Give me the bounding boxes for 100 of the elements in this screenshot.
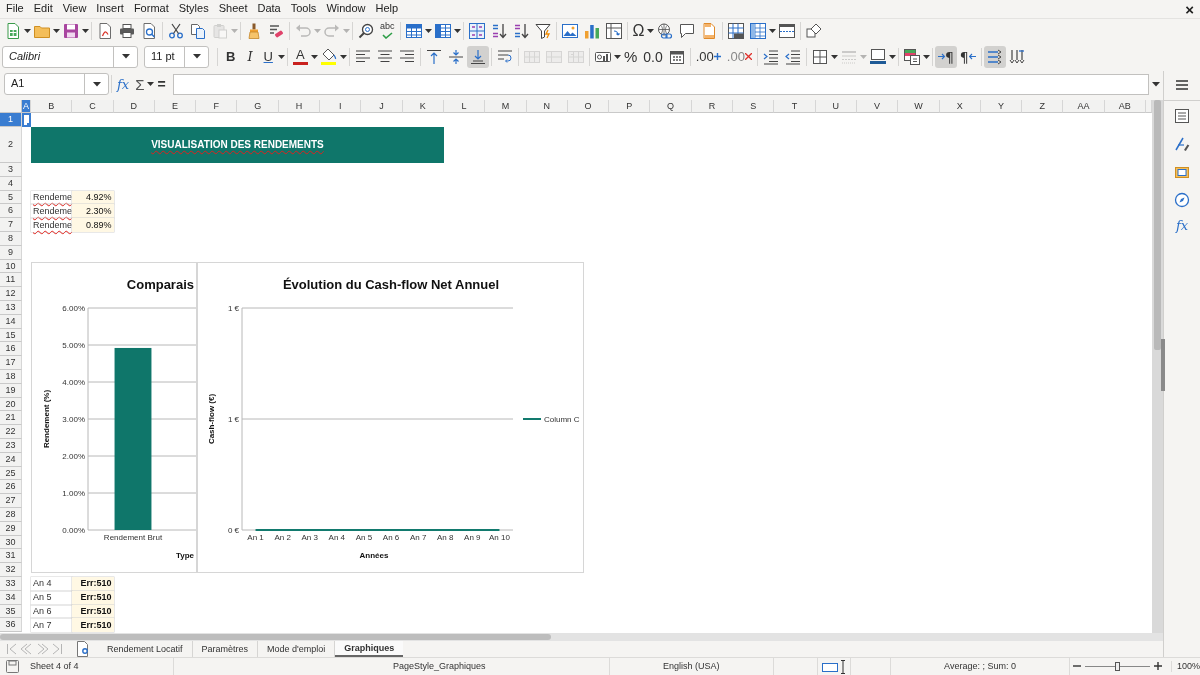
plus-icon[interactable]: [713, 53, 721, 60]
menu-item[interactable]: Data: [252, 2, 286, 16]
row-header[interactable]: 2: [0, 127, 22, 163]
menu-item[interactable]: Tools: [285, 2, 322, 16]
cut-icon[interactable]: [168, 22, 184, 39]
align-left-icon[interactable]: [354, 48, 371, 65]
sheet-tab[interactable]: Rendement Locatif: [98, 641, 193, 657]
column-header[interactable]: B: [31, 100, 73, 113]
sort-icon[interactable]: [468, 22, 485, 39]
spreadsheet-cell[interactable]: An 6: [31, 604, 73, 619]
borders-icon[interactable]: [811, 48, 828, 65]
check-icon[interactable]: [381, 32, 393, 39]
menu-item[interactable]: Help: [370, 2, 404, 16]
column-header[interactable]: L: [443, 100, 486, 113]
horizontal-scrollbar[interactable]: [0, 633, 1163, 641]
column-header[interactable]: G: [237, 100, 279, 113]
scrollbar-thumb[interactable]: [1154, 100, 1161, 350]
globe-link-icon[interactable]: [657, 22, 674, 39]
column-header[interactable]: H: [278, 100, 321, 113]
name-box[interactable]: A1: [4, 73, 109, 95]
row-header[interactable]: 3: [0, 163, 22, 177]
spreadsheet-cell[interactable]: Err:510: [72, 576, 114, 591]
column-header[interactable]: E: [154, 100, 197, 113]
add-decimal-button[interactable]: .00: [692, 45, 724, 68]
filter-funnel-icon[interactable]: [534, 22, 551, 39]
column-header[interactable]: F: [196, 100, 238, 113]
copy-icon[interactable]: [190, 22, 206, 39]
save-icon[interactable]: [63, 22, 79, 39]
column-header[interactable]: U: [815, 100, 857, 113]
column-header[interactable]: S: [733, 100, 775, 113]
row-header[interactable]: 32: [0, 563, 22, 577]
column-header[interactable]: Z: [1022, 100, 1064, 113]
column-header[interactable]: I: [320, 100, 362, 113]
column-header[interactable]: AB: [1104, 100, 1146, 113]
dropdown-caret-icon[interactable]: [53, 28, 60, 33]
print-preview-icon[interactable]: [141, 22, 157, 39]
left-to-right-button[interactable]: ¶: [934, 45, 957, 68]
zoom-slider-track[interactable]: [1084, 662, 1150, 671]
menu-item[interactable]: Styles: [173, 2, 214, 16]
dropdown-caret-icon[interactable]: [339, 54, 347, 59]
row-header[interactable]: 12: [0, 287, 22, 301]
split-window-icon[interactable]: [779, 22, 796, 39]
dropdown-caret-icon[interactable]: [147, 82, 155, 86]
spreadsheet-cell[interactable]: 0.89%: [72, 218, 114, 232]
column-header[interactable]: X: [939, 100, 981, 113]
expand-caret-icon[interactable]: [1152, 81, 1160, 87]
dropdown-caret-icon[interactable]: [92, 81, 101, 87]
paintbrush-icon[interactable]: [246, 22, 262, 39]
dropdown-caret-icon[interactable]: [277, 54, 285, 59]
dropdown-caret-icon[interactable]: [830, 54, 838, 59]
menu-item[interactable]: Sheet: [213, 2, 253, 16]
column-header[interactable]: O: [567, 100, 610, 113]
special-character-button[interactable]: Ω: [629, 19, 648, 42]
zoom-in-icon[interactable]: [1153, 662, 1162, 671]
column-header[interactable]: AA: [1063, 100, 1105, 113]
pivot-table-icon[interactable]: [605, 22, 622, 39]
font-name-combo[interactable]: Calibri: [2, 45, 138, 68]
font-color-bar-icon[interactable]: [292, 62, 308, 65]
increase-indent-icon[interactable]: [762, 48, 779, 65]
italic-button[interactable]: I: [241, 45, 259, 68]
spreadsheet-cell[interactable]: Rendeme: [31, 218, 73, 232]
row-header[interactable]: 31: [0, 549, 22, 564]
underline-button[interactable]: U: [258, 45, 278, 68]
font-size-combo[interactable]: 11 pt: [144, 45, 209, 68]
border-color-bar-icon[interactable]: [869, 61, 886, 64]
spreadsheet-cell[interactable]: 4.92%: [72, 190, 114, 205]
menu-item[interactable]: File: [1, 2, 29, 16]
close-button[interactable]: ×: [1185, 1, 1194, 17]
column-header[interactable]: J: [361, 100, 403, 113]
sheet-tab[interactable]: Paramètres: [192, 641, 259, 657]
decrease-indent-icon[interactable]: [784, 48, 801, 65]
column-header[interactable]: Y: [980, 100, 1023, 113]
spreadsheet-cell[interactable]: Rendeme: [31, 190, 73, 205]
spreadsheet-cell[interactable]: Err:510: [72, 618, 114, 633]
freeze-rows-icon[interactable]: [750, 22, 767, 39]
column-header[interactable]: P: [609, 100, 651, 113]
row-header[interactable]: 7: [0, 218, 22, 232]
column-header[interactable]: D: [113, 100, 155, 113]
sum-button[interactable]: Σ: [132, 73, 148, 95]
standard-format-button[interactable]: 0.0: [640, 45, 666, 68]
vertical-scrollbar[interactable]: [1152, 100, 1163, 633]
cell-cursor[interactable]: [22, 113, 31, 127]
spreadsheet-cell[interactable]: Rendeme: [31, 204, 73, 219]
spreadsheet-cell[interactable]: An 5: [31, 590, 73, 605]
monitor-frame-icon[interactable]: [869, 49, 886, 60]
row-header[interactable]: 36: [0, 618, 22, 633]
font-color-button[interactable]: A: [296, 48, 305, 61]
menu-item[interactable]: View: [57, 2, 92, 16]
dropdown-caret-icon[interactable]: [613, 54, 621, 59]
dropdown-caret-icon[interactable]: [888, 54, 896, 59]
dropdown-caret-icon[interactable]: [647, 28, 655, 33]
menu-item[interactable]: Edit: [28, 2, 58, 16]
formula-button[interactable]: =: [154, 73, 169, 95]
column-header[interactable]: V: [856, 100, 899, 113]
clear-formatting-icon[interactable]: [268, 22, 284, 39]
dropdown-caret-icon[interactable]: [424, 28, 432, 33]
menu-item[interactable]: Window: [321, 2, 371, 16]
speech-bubble-icon[interactable]: [679, 22, 696, 39]
column-header[interactable]: T: [774, 100, 816, 113]
spreadsheet-cell[interactable]: 2.30%: [72, 204, 114, 219]
